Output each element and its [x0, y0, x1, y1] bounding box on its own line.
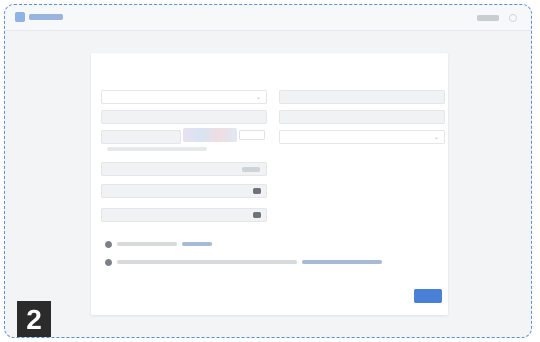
captcha-input[interactable]: [101, 130, 181, 144]
agreement-text-2: [117, 260, 297, 264]
right-select[interactable]: ⌄: [279, 130, 445, 144]
right-input-1[interactable]: [279, 90, 445, 104]
top-icon[interactable]: [509, 14, 517, 22]
left-select[interactable]: ⌄: [101, 90, 267, 104]
captcha-image: [183, 128, 237, 142]
eye-icon[interactable]: [253, 188, 261, 194]
right-input-2[interactable]: [279, 110, 445, 124]
submit-button[interactable]: [414, 289, 442, 303]
agreement-row-1[interactable]: [105, 239, 212, 249]
left-input-3[interactable]: [101, 162, 267, 176]
chevron-down-icon: ⌄: [255, 95, 261, 101]
logo-icon: [15, 12, 25, 22]
captcha-hint: [107, 147, 207, 151]
checkbox-icon[interactable]: [105, 240, 112, 248]
step-badge: 2: [17, 301, 51, 337]
logo-wordmark: [29, 14, 63, 20]
agreement-row-2[interactable]: [105, 257, 382, 267]
agreement-text-1: [117, 242, 177, 246]
agreement-link-1[interactable]: [182, 242, 212, 246]
window-frame: ⌄ ⌄ 2: [4, 4, 532, 338]
eye-icon[interactable]: [253, 212, 261, 218]
confirm-password-input[interactable]: [101, 208, 267, 222]
checkbox-icon[interactable]: [105, 258, 112, 266]
top-link[interactable]: [477, 15, 499, 21]
chevron-down-icon: ⌄: [433, 135, 439, 141]
registration-card: ⌄ ⌄: [91, 53, 448, 315]
captcha-verify-button[interactable]: [239, 130, 265, 140]
agreement-link-2[interactable]: [302, 260, 382, 264]
inline-link[interactable]: [242, 167, 260, 172]
password-input[interactable]: [101, 184, 267, 198]
left-input-1[interactable]: [101, 110, 267, 124]
top-right-controls: [477, 14, 517, 22]
top-bar: [5, 5, 531, 31]
logo[interactable]: [15, 12, 63, 22]
